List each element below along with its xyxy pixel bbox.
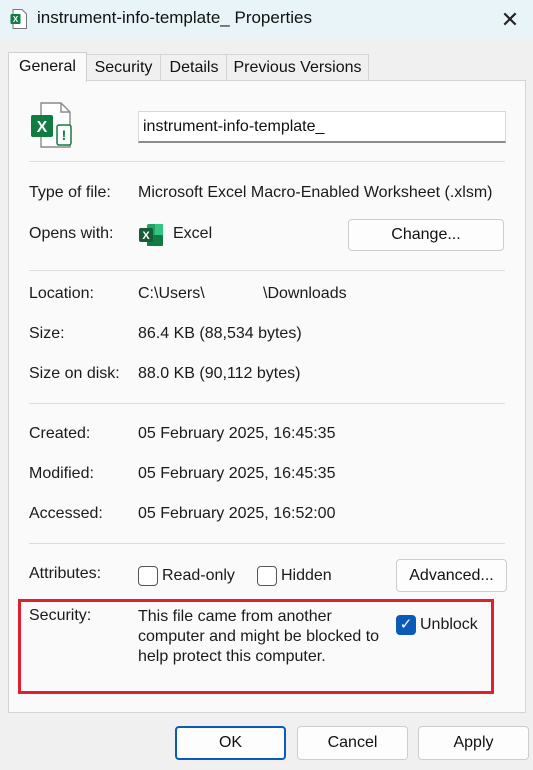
excel-file-icon: X xyxy=(10,9,27,29)
file-name-input[interactable] xyxy=(138,111,506,143)
checkmark-icon: ✓ xyxy=(399,616,413,633)
window-title: instrument-info-template_ Properties xyxy=(37,8,312,27)
opens-with-app: Excel xyxy=(173,225,213,242)
svg-text:!: ! xyxy=(62,127,67,143)
divider xyxy=(29,161,505,162)
modified-value: 05 February 2025, 16:45:35 xyxy=(138,465,336,482)
excel-document-icon: X ! xyxy=(31,102,72,148)
hidden-label[interactable]: Hidden xyxy=(281,567,332,585)
security-label: Security: xyxy=(29,607,92,624)
size-on-disk-label: Size on disk: xyxy=(29,365,120,382)
tab-details[interactable]: Details xyxy=(160,54,228,81)
type-value: Microsoft Excel Macro-Enabled Worksheet … xyxy=(138,184,493,201)
svg-text:X: X xyxy=(13,15,19,24)
opens-with-label: Opens with: xyxy=(29,225,114,242)
size-value: 86.4 KB (88,534 bytes) xyxy=(138,325,302,342)
divider xyxy=(29,403,505,404)
general-panel: X ! Type of file: Microsoft Excel Macro-… xyxy=(8,80,526,713)
svg-text:X: X xyxy=(37,119,48,136)
accessed-value: 05 February 2025, 16:52:00 xyxy=(138,505,336,522)
created-label: Created: xyxy=(29,425,91,442)
size-label: Size: xyxy=(29,325,65,342)
unblock-label[interactable]: Unblock xyxy=(420,616,478,634)
type-label: Type of file: xyxy=(29,184,111,201)
size-on-disk-value: 88.0 KB (90,112 bytes) xyxy=(138,365,301,382)
tab-strip: General Security Details Previous Versio… xyxy=(8,52,528,82)
security-message: This file came from another computer and… xyxy=(138,607,379,667)
tab-general[interactable]: General xyxy=(8,52,87,82)
location-label: Location: xyxy=(29,285,94,302)
created-value: 05 February 2025, 16:45:35 xyxy=(138,425,336,442)
divider xyxy=(29,543,505,544)
close-icon: ✕ xyxy=(500,7,520,32)
tab-security[interactable]: Security xyxy=(85,54,162,81)
accessed-label: Accessed: xyxy=(29,505,103,522)
ok-button[interactable]: OK xyxy=(175,726,286,760)
svg-text:X: X xyxy=(142,230,150,242)
tab-previous-versions[interactable]: Previous Versions xyxy=(226,54,369,81)
unblock-checkbox[interactable]: ✓ xyxy=(396,615,416,635)
security-message-line: This file came from another xyxy=(138,608,332,625)
title-bar: X instrument-info-template_ Properties ✕ xyxy=(0,0,533,40)
cancel-button[interactable]: Cancel xyxy=(297,726,408,760)
location-value-suffix: \Downloads xyxy=(263,285,347,302)
change-button[interactable]: Change... xyxy=(348,219,504,251)
modified-label: Modified: xyxy=(29,465,94,482)
advanced-button[interactable]: Advanced... xyxy=(396,559,507,592)
security-message-line: computer and might be blocked to xyxy=(138,628,380,645)
readonly-checkbox[interactable] xyxy=(138,566,158,586)
divider xyxy=(29,270,505,271)
readonly-label[interactable]: Read-only xyxy=(162,567,235,585)
excel-app-icon: X xyxy=(139,224,163,246)
apply-button[interactable]: Apply xyxy=(418,726,529,760)
security-message-line: help protect this computer. xyxy=(138,648,326,665)
close-button[interactable]: ✕ xyxy=(487,0,533,40)
attributes-label: Attributes: xyxy=(29,565,102,582)
location-value-prefix: C:\Users\ xyxy=(138,285,205,302)
hidden-checkbox[interactable] xyxy=(257,566,277,586)
